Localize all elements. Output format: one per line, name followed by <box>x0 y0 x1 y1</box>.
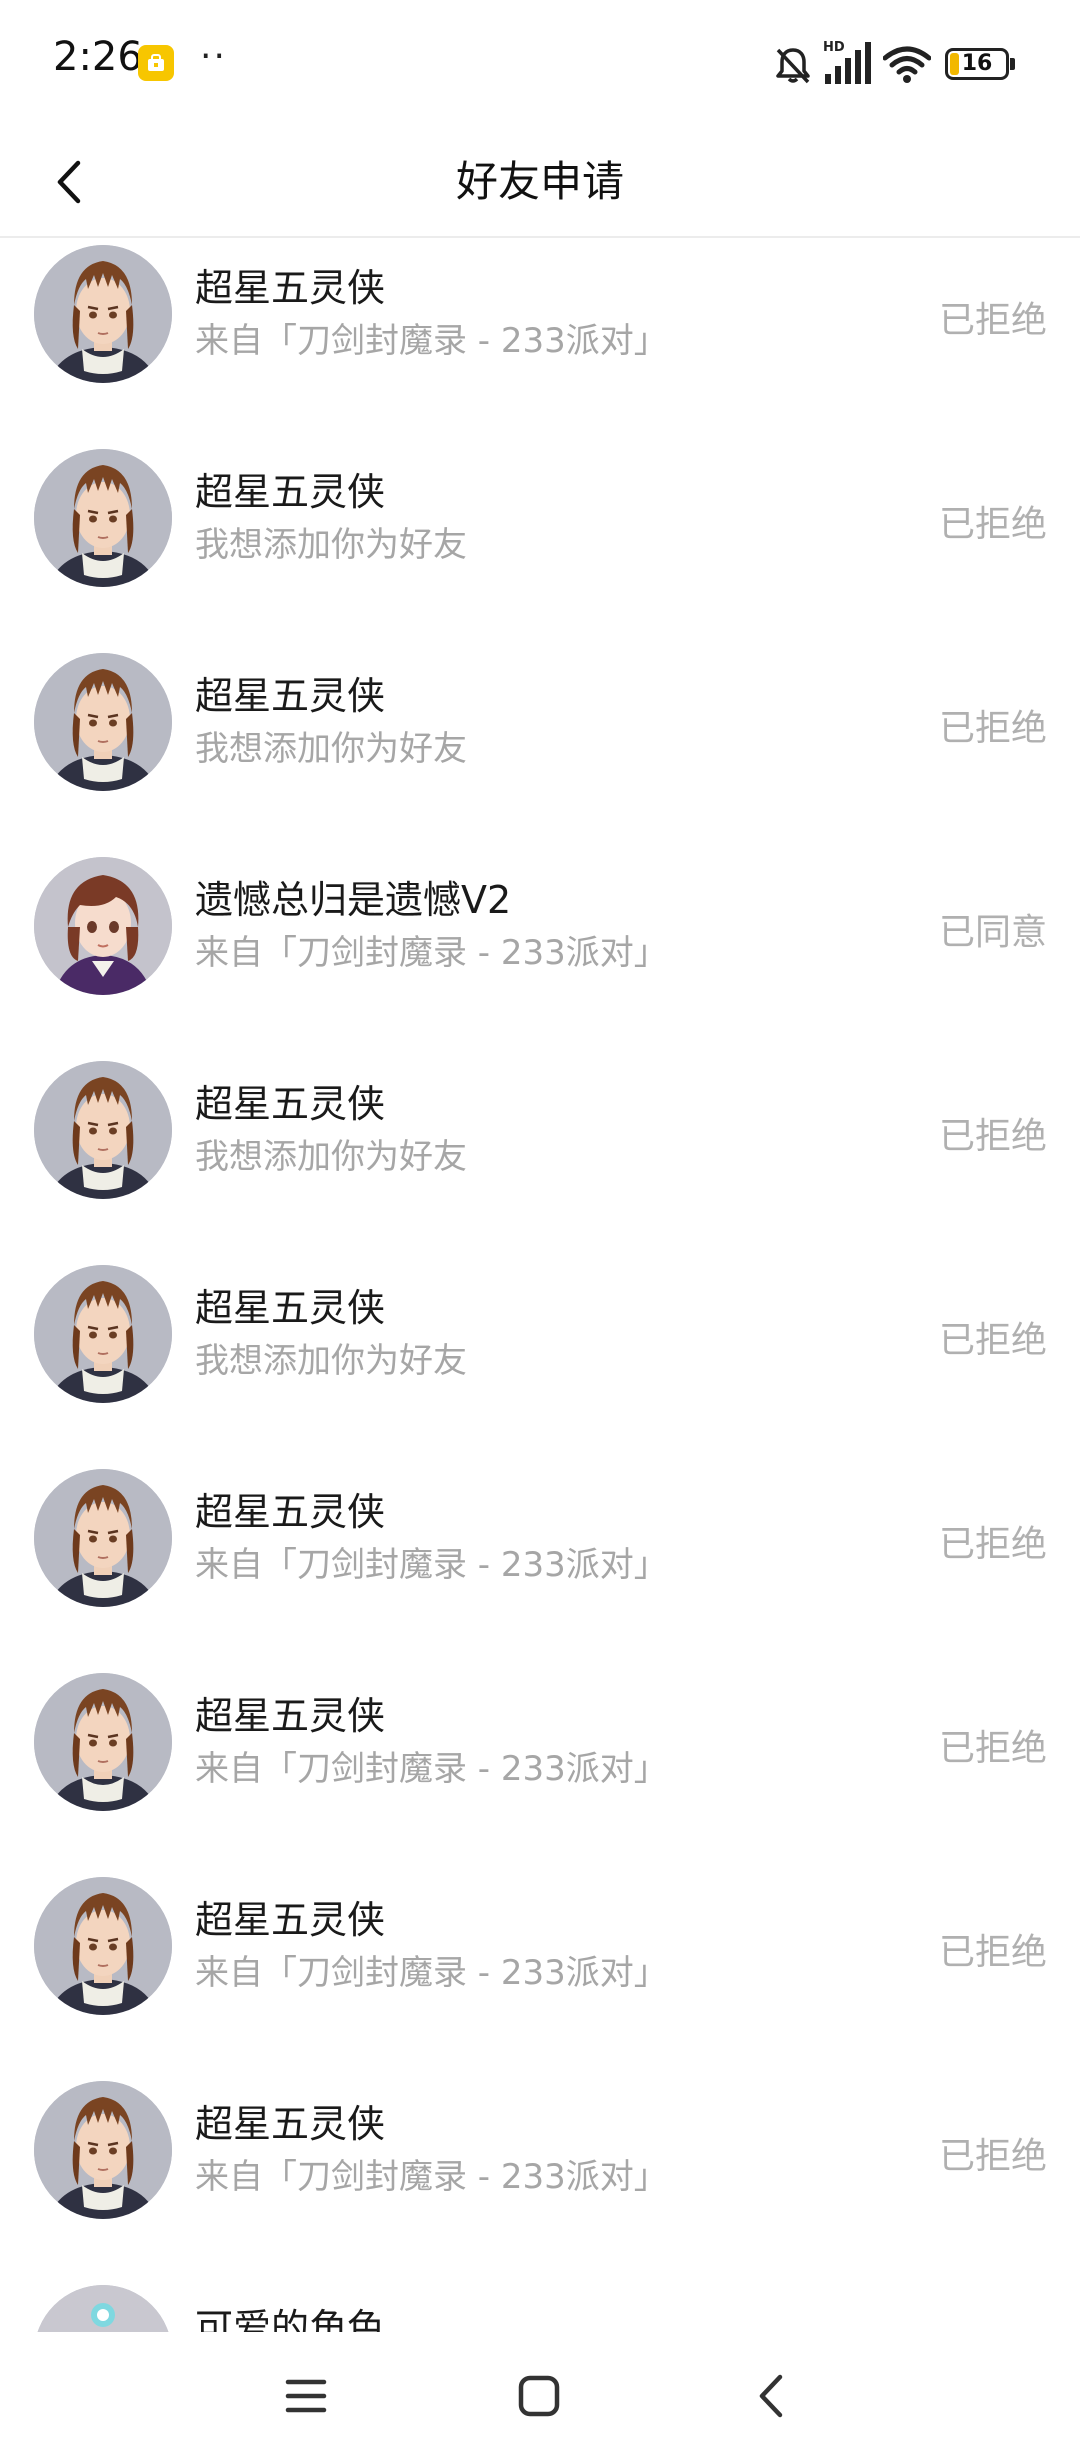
male-character-avatar-image <box>34 1673 172 1811</box>
avatar[interactable] <box>34 653 172 791</box>
chevron-left-icon <box>57 160 81 204</box>
avatar[interactable] <box>34 2081 172 2219</box>
request-message: 来自「刀剑封魔录 - 233派对」 <box>195 933 668 973</box>
svg-text:HD: HD <box>823 40 845 55</box>
menu-icon <box>285 2379 327 2413</box>
request-status: 已拒绝 <box>938 504 1047 545</box>
request-status: 已拒绝 <box>938 1728 1047 1769</box>
male-character-avatar-image <box>34 245 172 383</box>
friend-request-item[interactable]: 超星五灵侠我想添加你为好友 已拒绝 <box>0 417 1080 621</box>
requester-name: 超星五灵侠 <box>195 1490 386 1534</box>
friend-request-list[interactable]: 超星五灵侠 来自「刀剑封魔录 - 233派对」 已拒绝 超星五灵侠 我想添加你为好友 已拒… <box>0 237 1080 2332</box>
friend-request-item[interactable]: 超星五灵侠来自「刀剑封魔录 - 233派对」 已拒绝 <box>0 237 1080 417</box>
battery-indicator: 16 <box>945 48 1009 80</box>
friend-request-list-inner: 超星五灵侠 来自「刀剑封魔录 - 233派对」 已拒绝 超星五灵侠 我想添加你为好友 已拒… <box>0 237 1080 2332</box>
app-header: 好友申请 <box>0 128 1080 238</box>
requester-name: 可爱的角色 <box>195 2306 386 2332</box>
friend-request-item[interactable]: 遗憾总归是遗憾V2 来自「刀剑封魔录 - 233派对」 已同意 <box>0 825 1080 1029</box>
request-status: 已拒绝 <box>938 300 1047 341</box>
requester-name: 超星五灵侠 <box>195 1286 386 1330</box>
request-message: 来自「刀剑封魔录 - 233派对」 <box>195 321 668 361</box>
request-message: 来自「刀剑封魔录 - 233派对」 <box>195 2157 668 2197</box>
request-message: 我想添加你为好友 <box>195 1137 467 1177</box>
request-message: 来自「刀剑封魔录 - 233派对」 <box>195 1545 668 1585</box>
male-character-avatar-image <box>34 2081 172 2219</box>
recent-apps-button[interactable] <box>270 2360 342 2432</box>
requester-name: 超星五灵侠 <box>195 674 386 718</box>
male-character-avatar-image <box>34 653 172 791</box>
more-notifications-indicator: ·· <box>200 36 227 77</box>
male-character-avatar-image <box>34 449 172 587</box>
friend-request-item[interactable]: 可爱的角色 <box>0 2253 1080 2332</box>
status-time: 2:26 <box>53 34 143 80</box>
notification-app-icon <box>138 45 174 81</box>
request-status: 已同意 <box>938 912 1047 953</box>
requester-name: 超星五灵侠 <box>195 470 386 514</box>
system-navigation-bar <box>0 2332 1080 2460</box>
male-character-avatar-image <box>34 1469 172 1607</box>
avatar[interactable] <box>34 1469 172 1607</box>
request-message: 来自「刀剑封魔录 - 233派对」 <box>195 1953 668 1993</box>
pink-character-avatar-image <box>34 2285 172 2332</box>
requester-name: 超星五灵侠 <box>195 1082 386 1126</box>
request-message: 我想添加你为好友 <box>195 525 467 565</box>
request-message: 我想添加你为好友 <box>195 729 467 769</box>
wifi-icon <box>883 46 931 83</box>
requester-name: 超星五灵侠 <box>195 2102 386 2146</box>
female-character-avatar-image <box>34 857 172 995</box>
friend-request-item[interactable]: 超星五灵侠来自「刀剑封魔录 - 233派对」 已拒绝 <box>0 1437 1080 1641</box>
avatar[interactable] <box>34 1877 172 2015</box>
avatar[interactable] <box>34 245 172 383</box>
battery-level-text: 16 <box>961 51 993 76</box>
request-status: 已拒绝 <box>938 1932 1047 1973</box>
friend-request-item[interactable]: 超星五灵侠来自「刀剑封魔录 - 233派对」 已拒绝 <box>0 1845 1080 2049</box>
request-status: 已拒绝 <box>938 1524 1047 1565</box>
back-button[interactable] <box>34 146 106 218</box>
avatar[interactable] <box>34 857 172 995</box>
requester-name: 遗憾总归是遗憾V2 <box>195 878 512 922</box>
male-character-avatar-image <box>34 1877 172 2015</box>
male-character-avatar-image <box>34 1265 172 1403</box>
friend-request-item[interactable]: 超星五灵侠我想添加你为好友 已拒绝 <box>0 621 1080 825</box>
avatar[interactable] <box>34 1265 172 1403</box>
home-icon <box>518 2375 560 2417</box>
friend-request-item[interactable]: 超星五灵侠来自「刀剑封魔录 - 233派对」 已拒绝 <box>0 1641 1080 1845</box>
request-status: 已拒绝 <box>938 2136 1047 2177</box>
page-title: 好友申请 <box>455 157 624 206</box>
requester-name: 超星五灵侠 <box>195 1694 386 1738</box>
cellular-signal-icon: HD <box>823 40 871 84</box>
system-back-button[interactable] <box>736 2360 808 2432</box>
back-icon <box>759 2374 783 2418</box>
status-bar: 2:26 ·· HD 16 <box>0 0 1080 128</box>
friend-request-item[interactable]: 超星五灵侠我想添加你为好友 已拒绝 <box>0 1233 1080 1437</box>
male-character-avatar-image <box>34 1061 172 1199</box>
requester-name: 超星五灵侠 <box>195 1898 386 1942</box>
request-status: 已拒绝 <box>938 1116 1047 1157</box>
home-button[interactable] <box>503 2360 575 2432</box>
avatar[interactable] <box>34 2285 172 2332</box>
request-message: 来自「刀剑封魔录 - 233派对」 <box>195 1749 668 1789</box>
requester-name: 超星五灵侠 <box>195 266 386 310</box>
friend-request-item[interactable]: 超星五灵侠来自「刀剑封魔录 - 233派对」 已拒绝 <box>0 2049 1080 2253</box>
avatar[interactable] <box>34 449 172 587</box>
mute-bell-icon <box>776 48 810 84</box>
friend-request-item[interactable]: 超星五灵侠我想添加你为好友 已拒绝 <box>0 1029 1080 1233</box>
battery-tip <box>1010 58 1015 70</box>
avatar[interactable] <box>34 1061 172 1199</box>
avatar[interactable] <box>34 1673 172 1811</box>
request-message: 我想添加你为好友 <box>195 1341 467 1381</box>
request-status: 已拒绝 <box>938 1320 1047 1361</box>
request-status: 已拒绝 <box>938 708 1047 749</box>
